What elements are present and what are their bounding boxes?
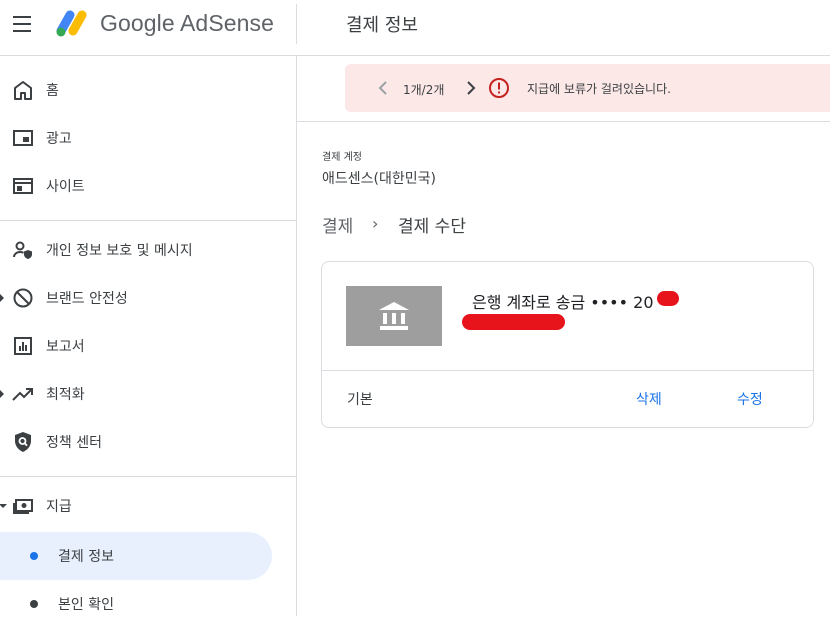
header-divider (296, 4, 297, 44)
home-icon (14, 81, 32, 100)
sidebar-item-label: 최적화 (46, 387, 85, 403)
breadcrumb-payments-link[interactable]: 결제 (322, 212, 353, 237)
sidebar-item-privacy[interactable]: 개인 정보 보호 및 메시지 (0, 226, 296, 274)
app-logo-text: Google AdSense (100, 10, 275, 36)
sidebar-item-label: 지급 (46, 499, 72, 515)
adsense-logo-icon (56, 10, 87, 37)
sidebar-item-payments[interactable]: 지급 (0, 482, 296, 530)
active-dot-icon (30, 552, 38, 560)
payment-hold-banner: 1개/2개 지급에 보류가 걸려있습니다. (345, 64, 830, 112)
sidebar-subitem-label: 결제 정보 (58, 549, 114, 565)
privacy-icon (13, 241, 32, 259)
bullet-dot-icon (30, 600, 38, 608)
bank-icon (379, 302, 409, 330)
top-app-bar: Google AdSense 결제 정보 (0, 0, 830, 56)
menu-icon[interactable] (13, 16, 33, 32)
ads-icon (13, 130, 33, 146)
sidebar-subitem-payment-info[interactable]: 결제 정보 (0, 532, 272, 580)
sidebar-subitem-identity-verification[interactable]: 본인 확인 (0, 580, 272, 628)
sidebar-item-sites[interactable]: 사이트 (0, 162, 296, 210)
trending-up-icon (12, 388, 33, 401)
page-title: 결제 정보 (346, 15, 418, 36)
edit-button[interactable]: 수정 (737, 389, 763, 409)
sidebar-item-label: 브랜드 안전성 (46, 291, 128, 307)
sidebar-item-ads[interactable]: 광고 (0, 114, 296, 162)
policy-icon (15, 432, 31, 452)
sidebar-item-reports[interactable]: 보고서 (0, 322, 296, 370)
sidebar-item-policy-center[interactable]: 정책 센터 (0, 418, 296, 466)
default-label: 기본 (347, 392, 373, 408)
bank-thumbnail (346, 286, 442, 346)
sidebar-divider (0, 476, 296, 477)
expand-caret-icon[interactable] (0, 294, 4, 302)
chevron-right-icon[interactable] (463, 78, 479, 98)
sites-icon (13, 178, 33, 194)
banner-message: 지급에 보류가 걸려있습니다. (527, 82, 671, 96)
error-alert-icon (489, 78, 509, 98)
payments-icon (13, 499, 33, 514)
chevron-left-icon[interactable] (375, 78, 391, 98)
sidebar-item-label: 사이트 (46, 179, 85, 195)
card-divider (322, 370, 813, 371)
sidebar-item-brand-safety[interactable]: 브랜드 안전성 (0, 274, 296, 322)
sidebar-nav: 홈 광고 사이트 개인 정보 보호 및 메시지 브랜드 안전성 보고서 최적화 … (0, 56, 297, 616)
redaction-mark (657, 291, 679, 306)
content-divider (297, 121, 830, 122)
sidebar-item-home[interactable]: 홈 (0, 66, 296, 114)
sidebar-item-label: 홈 (46, 83, 59, 99)
payment-method-title: 은행 계좌로 송금 •••• 20 (472, 293, 654, 312)
payment-method-card: 은행 계좌로 송금 •••• 20 기본 삭제 수정 (321, 261, 814, 428)
sidebar-item-optimization[interactable]: 최적화 (0, 370, 296, 418)
sidebar-item-label: 개인 정보 보호 및 메시지 (46, 243, 193, 259)
expand-caret-icon[interactable] (0, 390, 4, 398)
collapse-caret-icon[interactable] (0, 504, 7, 508)
sidebar-divider (0, 220, 296, 221)
banner-counter: 1개/2개 (403, 83, 445, 97)
breadcrumb-separator: › (372, 214, 379, 233)
block-icon (13, 288, 33, 308)
sidebar-item-label: 광고 (46, 131, 72, 147)
delete-button[interactable]: 삭제 (636, 389, 662, 409)
reports-icon (14, 337, 32, 355)
breadcrumb-current: 결제 수단 (398, 217, 466, 237)
sidebar-item-label: 정책 센터 (46, 435, 102, 451)
payment-account-name: 애드센스(대한민국) (322, 171, 436, 187)
redaction-mark (462, 314, 565, 330)
sidebar-item-label: 보고서 (46, 339, 85, 355)
payment-account-label: 결제 계정 (322, 152, 362, 163)
sidebar-subitem-label: 본인 확인 (58, 597, 114, 613)
